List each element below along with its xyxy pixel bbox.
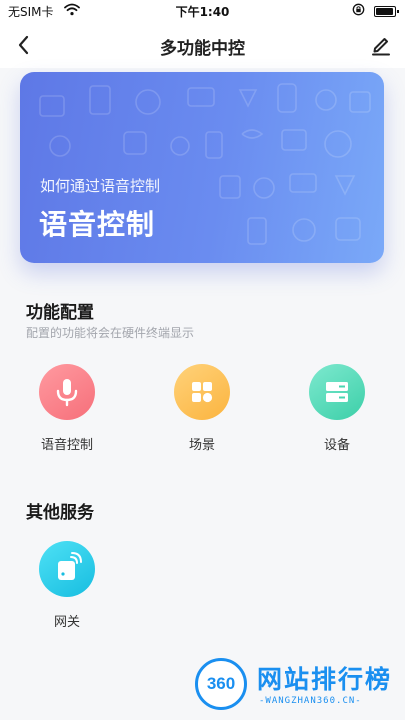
page-title: 多功能中控	[160, 39, 245, 59]
grid-icon	[174, 364, 230, 420]
watermark-logo: 360	[195, 658, 247, 710]
service-gateway[interactable]: 网关	[22, 541, 112, 630]
orientation-lock-icon	[352, 3, 365, 19]
nav-bar: 多功能中控	[0, 22, 405, 68]
voice-control-banner[interactable]: 如何通过语音控制 语音控制	[20, 72, 384, 263]
func-voice-control-label: 语音控制	[40, 438, 93, 453]
banner-subtitle: 如何通过语音控制	[40, 177, 161, 195]
function-config-title: 功能配置	[26, 303, 94, 323]
service-gateway-label: 网关	[53, 615, 80, 630]
func-scene[interactable]: 场景	[157, 364, 247, 453]
func-device-label: 设备	[323, 438, 350, 453]
func-scene-label: 场景	[188, 438, 215, 453]
other-services-title: 其他服务	[26, 503, 94, 523]
banner-heading: 语音控制	[39, 208, 156, 241]
pencil-icon	[372, 38, 390, 56]
function-config-description: 配置的功能将会在硬件终端显示	[26, 326, 195, 340]
watermark-domain: -WANGZHAN360.CN-	[259, 696, 362, 706]
status-time: 下午1:40	[175, 5, 230, 19]
battery-icon	[374, 6, 399, 17]
func-device[interactable]: 设备	[292, 364, 382, 453]
watermark: 360 网站排行榜 -WANGZHAN360.CN-	[195, 656, 400, 716]
microphone-icon	[39, 364, 95, 420]
watermark-logo-text: 360	[206, 674, 236, 693]
watermark-brand: 网站排行榜	[257, 665, 393, 694]
func-voice-control[interactable]: 语音控制	[22, 364, 112, 453]
status-bar: 无SIM卡 下午1:40	[0, 0, 405, 22]
device-icon	[309, 364, 365, 420]
gateway-icon	[39, 541, 95, 597]
edit-button[interactable]	[370, 34, 392, 56]
